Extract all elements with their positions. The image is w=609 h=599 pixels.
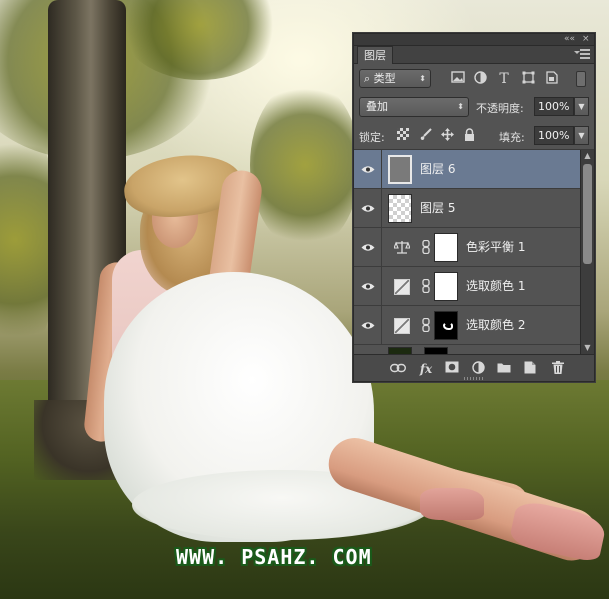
lock-label: 锁定:	[359, 131, 385, 144]
visibility-eye-icon[interactable]	[354, 306, 382, 345]
lock-pixels-brush-icon[interactable]	[418, 128, 432, 142]
layer-filter-row: ⌕ 类型 ⬍ T	[354, 64, 594, 94]
add-mask-icon[interactable]	[444, 361, 460, 377]
adjustment-filter-icon[interactable]	[472, 71, 488, 87]
fx-icon[interactable]: fx	[418, 361, 434, 377]
foliage	[250, 80, 360, 250]
fill-dropdown-icon[interactable]: ▼	[574, 126, 589, 145]
new-layer-icon[interactable]	[522, 361, 538, 377]
layer-name[interactable]: 图层 5	[420, 189, 455, 228]
layer-row[interactable]: 图层 5	[354, 189, 580, 228]
panel-menu-icon[interactable]	[574, 49, 590, 61]
smart-object-filter-icon[interactable]	[544, 71, 560, 87]
selective-color-icon	[394, 279, 410, 295]
blend-mode-select[interactable]: 叠加 ⬍	[359, 97, 469, 117]
updown-arrow-icon: ⬍	[419, 74, 426, 83]
opacity-label: 不透明度:	[476, 102, 524, 115]
scroll-up-arrow-icon[interactable]: ▲	[581, 150, 594, 162]
mask-link-chain-icon[interactable]	[421, 278, 431, 295]
layer-mask-thumbnail[interactable]	[434, 311, 458, 340]
visibility-eye-icon[interactable]	[354, 267, 382, 306]
lock-position-move-icon[interactable]	[440, 128, 454, 142]
layer-mask-thumbnail[interactable]	[434, 233, 458, 262]
layer-row[interactable]: 选取颜色 1	[354, 267, 580, 306]
visibility-eye-icon[interactable]	[354, 150, 382, 189]
new-adjustment-icon[interactable]	[470, 361, 486, 377]
scroll-thumb[interactable]	[583, 164, 592, 264]
layer-mask-thumbnail[interactable]	[434, 272, 458, 301]
layer-name[interactable]: 色彩平衡 1	[466, 228, 525, 267]
filter-kind-label: 类型	[373, 72, 396, 85]
panel-tab-row: 图层	[354, 46, 594, 64]
new-group-folder-icon[interactable]	[496, 361, 512, 377]
panel-bottom-toolbar: fx	[354, 354, 594, 381]
link-layers-icon[interactable]	[389, 361, 407, 377]
resize-grip[interactable]	[464, 377, 484, 380]
close-icon[interactable]: ×	[582, 34, 590, 45]
layer-thumbnail	[388, 347, 412, 354]
visibility-eye-icon[interactable]	[354, 228, 382, 267]
visibility-eye-icon[interactable]	[354, 189, 382, 228]
filter-kind-select[interactable]: ⌕ 类型 ⬍	[359, 69, 431, 88]
mask-link-chain-icon[interactable]	[421, 317, 431, 334]
balance-scale-icon	[393, 240, 411, 256]
opacity-field[interactable]: 100%	[534, 97, 574, 116]
pink-heel	[420, 488, 484, 520]
layers-panel[interactable]: «« × 图层 ⌕ 类型 ⬍ T 叠加 ⬍ 不透明度: 100% ▼ 锁定: 填…	[353, 33, 595, 382]
search-icon: ⌕	[364, 72, 371, 85]
layer-name[interactable]: 选取颜色 1	[466, 267, 525, 306]
menu-triangle-icon	[574, 51, 580, 54]
layer-row[interactable]: 选取颜色 2	[354, 306, 580, 345]
lock-transparency-icon[interactable]	[396, 128, 410, 142]
panel-title-bar[interactable]: «« ×	[354, 34, 594, 46]
layer-row[interactable]: 色彩平衡 1	[354, 228, 580, 267]
blend-row: 叠加 ⬍ 不透明度: 100% ▼	[354, 94, 594, 122]
shape-filter-icon[interactable]	[520, 71, 536, 87]
layer-name[interactable]: 图层 6	[420, 150, 455, 189]
delete-layer-trash-icon[interactable]	[550, 361, 566, 377]
collapse-icon[interactable]: ««	[564, 34, 575, 45]
layers-scrollbar[interactable]: ▲ ▼	[580, 150, 594, 354]
watermark: WWW. PSAHZ. COM	[176, 545, 372, 569]
selective-color-icon	[394, 318, 410, 334]
type-filter-icon[interactable]: T	[496, 71, 512, 87]
opacity-dropdown-icon[interactable]: ▼	[574, 97, 589, 116]
layer-row-partial[interactable]	[354, 345, 580, 354]
lock-all-padlock-icon[interactable]	[462, 128, 476, 142]
layers-list: 图层 6 图层 5 色彩平衡 1 选取颜色 1 选取颜色 2	[354, 150, 580, 354]
lock-row: 锁定: 填充: 100% ▼	[354, 122, 594, 150]
updown-arrow-icon: ⬍	[457, 102, 464, 111]
layer-name[interactable]: 选取颜色 2	[466, 306, 525, 345]
layer-mask-thumbnail	[424, 347, 448, 354]
layer-thumbnail	[388, 155, 412, 184]
fill-label: 填充:	[499, 131, 525, 144]
tab-layers[interactable]: 图层	[357, 46, 393, 64]
mask-link-chain-icon[interactable]	[421, 239, 431, 256]
layer-thumbnail	[388, 194, 412, 223]
scroll-down-arrow-icon[interactable]: ▼	[581, 342, 594, 354]
image-filter-icon[interactable]	[450, 71, 466, 87]
fill-field[interactable]: 100%	[534, 126, 574, 145]
filter-toggle-switch[interactable]	[576, 71, 586, 87]
blend-mode-value: 叠加	[366, 100, 388, 113]
layer-row[interactable]: 图层 6	[354, 150, 580, 189]
